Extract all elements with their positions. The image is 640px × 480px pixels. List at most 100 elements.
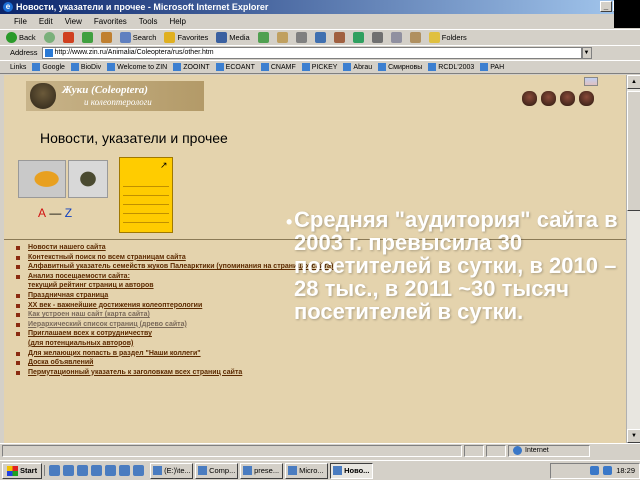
link-pickey[interactable]: PICKEY [301, 63, 337, 71]
beetle-icon[interactable] [560, 91, 575, 106]
page-content: Жуки (Coleoptera) и колеоптерологи Новос… [4, 75, 626, 443]
taskbar-item-computer[interactable]: Comp... [195, 462, 239, 479]
start-button[interactable]: Start [2, 462, 43, 479]
folders-button[interactable]: Folders [427, 32, 469, 43]
link-biodiv[interactable]: BioDiv [70, 63, 101, 71]
thumbnail-line [123, 196, 169, 205]
mail-button[interactable] [275, 32, 290, 43]
ie-icon [333, 466, 343, 475]
menu-help[interactable]: Help [169, 17, 185, 26]
edit-button[interactable] [313, 32, 328, 43]
back-arrow-icon [6, 32, 17, 43]
beetle-icon[interactable] [522, 91, 537, 106]
paste-button[interactable] [408, 32, 423, 43]
beetle-icon[interactable] [541, 91, 556, 106]
quick-launch-icon[interactable] [63, 465, 75, 476]
links-bar: Links Google BioDiv Welcome to ZIN ZOOIN… [0, 60, 640, 74]
site-menu-item[interactable]: Для желающих попасть в раздел "Наши колл… [14, 349, 374, 359]
link-icon [301, 63, 310, 71]
clock[interactable]: 18:29 [616, 466, 635, 475]
favorites-label: Favorites [177, 33, 209, 42]
link-label: Google [42, 63, 65, 71]
start-label: Start [20, 466, 38, 475]
quick-launch-icon[interactable] [77, 465, 89, 476]
uk-flag-icon[interactable] [584, 77, 598, 86]
page-heading: Новости, указатели и прочее [40, 130, 228, 146]
site-map-thumbnail[interactable]: ↗ [119, 157, 173, 233]
vertical-scrollbar[interactable]: ▲ ▼ [626, 75, 640, 443]
task-label: Micro... [299, 466, 324, 475]
quick-launch-icon[interactable] [91, 465, 103, 476]
quick-launch-icon[interactable] [49, 465, 61, 476]
menu-edit[interactable]: Edit [39, 17, 53, 26]
scroll-thumb[interactable] [627, 91, 640, 211]
address-dropdown-icon[interactable]: ▼ [581, 46, 592, 59]
link-ecoant[interactable]: ECOANT [215, 63, 255, 71]
link-zooint[interactable]: ZOOINT [173, 63, 210, 71]
tray-icon[interactable] [603, 466, 613, 475]
taskbar-item-microsoft[interactable]: Micro... [285, 462, 329, 479]
link-abrau[interactable]: Abrau [343, 63, 372, 71]
print-button[interactable] [294, 32, 309, 43]
link-icon [378, 63, 387, 71]
discuss-icon [333, 32, 345, 43]
address-label: Address [10, 48, 38, 57]
menu-tools[interactable]: Tools [139, 17, 158, 26]
cut-button[interactable] [370, 32, 385, 43]
menu-favorites[interactable]: Favorites [94, 17, 127, 26]
menu-bar: File Edit View Favorites Tools Help [0, 0, 640, 28]
copy-button[interactable] [389, 32, 404, 43]
search-button[interactable]: Search [118, 32, 159, 43]
history-icon [257, 32, 269, 43]
home-button[interactable] [99, 32, 114, 43]
discuss-button[interactable] [332, 32, 347, 43]
link-icon [32, 63, 41, 71]
minimize-button[interactable]: _ [600, 1, 612, 12]
site-menu-item: (для потенциальных авторов) [28, 339, 134, 347]
beetle-icon[interactable] [579, 91, 594, 106]
site-banner[interactable]: Жуки (Coleoptera) и колеоптерологи [26, 81, 204, 111]
site-menu-item[interactable]: Доска объявлений [14, 358, 374, 368]
search-icon [119, 32, 131, 43]
link-google[interactable]: Google [32, 63, 65, 71]
stop-button[interactable] [61, 32, 76, 43]
history-button[interactable] [256, 32, 271, 43]
menu-file[interactable]: File [14, 17, 27, 26]
beetle-image[interactable] [68, 160, 108, 198]
ie-icon: e [3, 2, 13, 12]
search-label: Search [132, 33, 157, 42]
site-menu-item[interactable]: Приглашаем всех к сотрудничеству [14, 329, 374, 339]
taskbar-item-explorer[interactable]: (E:)\te... [150, 462, 194, 479]
forward-button[interactable] [42, 32, 57, 43]
taskbar-item-presentation[interactable]: prese... [240, 462, 284, 479]
home-icon [100, 32, 112, 43]
link-cnamf[interactable]: CNAMF [260, 63, 296, 71]
print-icon [295, 32, 307, 43]
favorites-button[interactable]: Favorites [162, 32, 210, 43]
media-button[interactable]: Media [214, 32, 251, 43]
messenger-button[interactable] [351, 32, 366, 43]
thumbnail-lines [123, 178, 169, 223]
address-input[interactable]: http://www.zin.ru/Animalia/Coleoptera/ru… [41, 46, 582, 59]
taskbar-item-browser[interactable]: Ново... [330, 462, 374, 479]
quick-launch-icon[interactable] [119, 465, 131, 476]
site-menu-item[interactable]: Пермутационный указатель к заголовкам вс… [14, 368, 374, 378]
quick-launch-icon[interactable] [105, 465, 117, 476]
quick-launch-icon[interactable] [133, 465, 145, 476]
scroll-up-icon[interactable]: ▲ [627, 75, 640, 89]
link-welcome-zin[interactable]: Welcome to ZIN [107, 63, 167, 71]
scroll-down-icon[interactable]: ▼ [627, 429, 640, 443]
title-bar: e Новости, указатели и прочее - Microsof… [0, 0, 640, 14]
link-pah[interactable]: PAH [480, 63, 504, 71]
refresh-button[interactable] [80, 32, 95, 43]
tray-icon[interactable] [590, 466, 600, 475]
link-label: Welcome to ZIN [117, 63, 168, 71]
task-label: Comp... [209, 466, 236, 475]
menu-view[interactable]: View [65, 17, 82, 26]
back-button[interactable]: Back [4, 32, 38, 43]
ladybug-image[interactable] [18, 160, 66, 198]
link-rcdl[interactable]: RCDL'2003 [428, 63, 474, 71]
link-smirnovy[interactable]: Смирновы [378, 63, 422, 71]
az-letter-z: Z [64, 206, 73, 220]
alphabet-index-link[interactable]: А — Z [38, 206, 72, 220]
